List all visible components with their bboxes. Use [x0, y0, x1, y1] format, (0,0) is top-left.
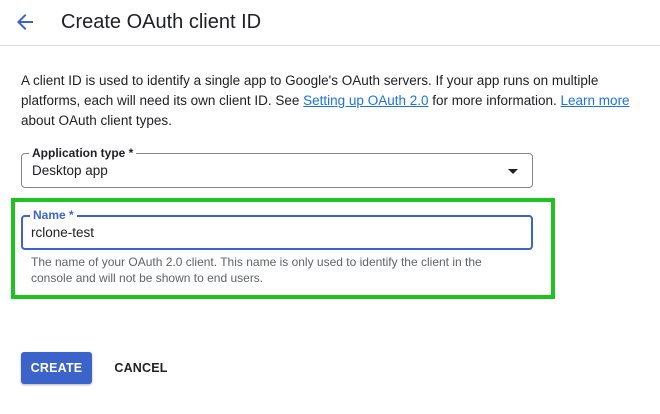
- name-field: Name *: [21, 208, 533, 250]
- setting-up-oauth-link[interactable]: Setting up OAuth 2.0: [303, 93, 428, 108]
- application-type-value: Desktop app: [32, 163, 108, 178]
- name-input[interactable]: [31, 217, 521, 248]
- back-button[interactable]: [13, 10, 37, 34]
- description-part-3: about OAuth client types.: [21, 113, 172, 128]
- dropdown-arrow-icon: [508, 169, 518, 174]
- application-type-select[interactable]: Application type * Desktop app: [21, 146, 533, 188]
- page-header: Create OAuth client ID: [0, 0, 660, 46]
- page-title: Create OAuth client ID: [61, 11, 262, 33]
- name-helper-text: The name of your OAuth 2.0 client. This …: [31, 255, 482, 285]
- application-type-label: Application type *: [29, 146, 137, 160]
- arrow-back-icon: [17, 14, 33, 30]
- description-part-2: for more information.: [428, 93, 561, 108]
- description-text: A client ID is used to identify a single…: [21, 71, 641, 131]
- create-button[interactable]: CREATE: [21, 352, 92, 384]
- learn-more-link[interactable]: Learn more: [561, 93, 630, 108]
- cancel-button[interactable]: CANCEL: [106, 352, 176, 384]
